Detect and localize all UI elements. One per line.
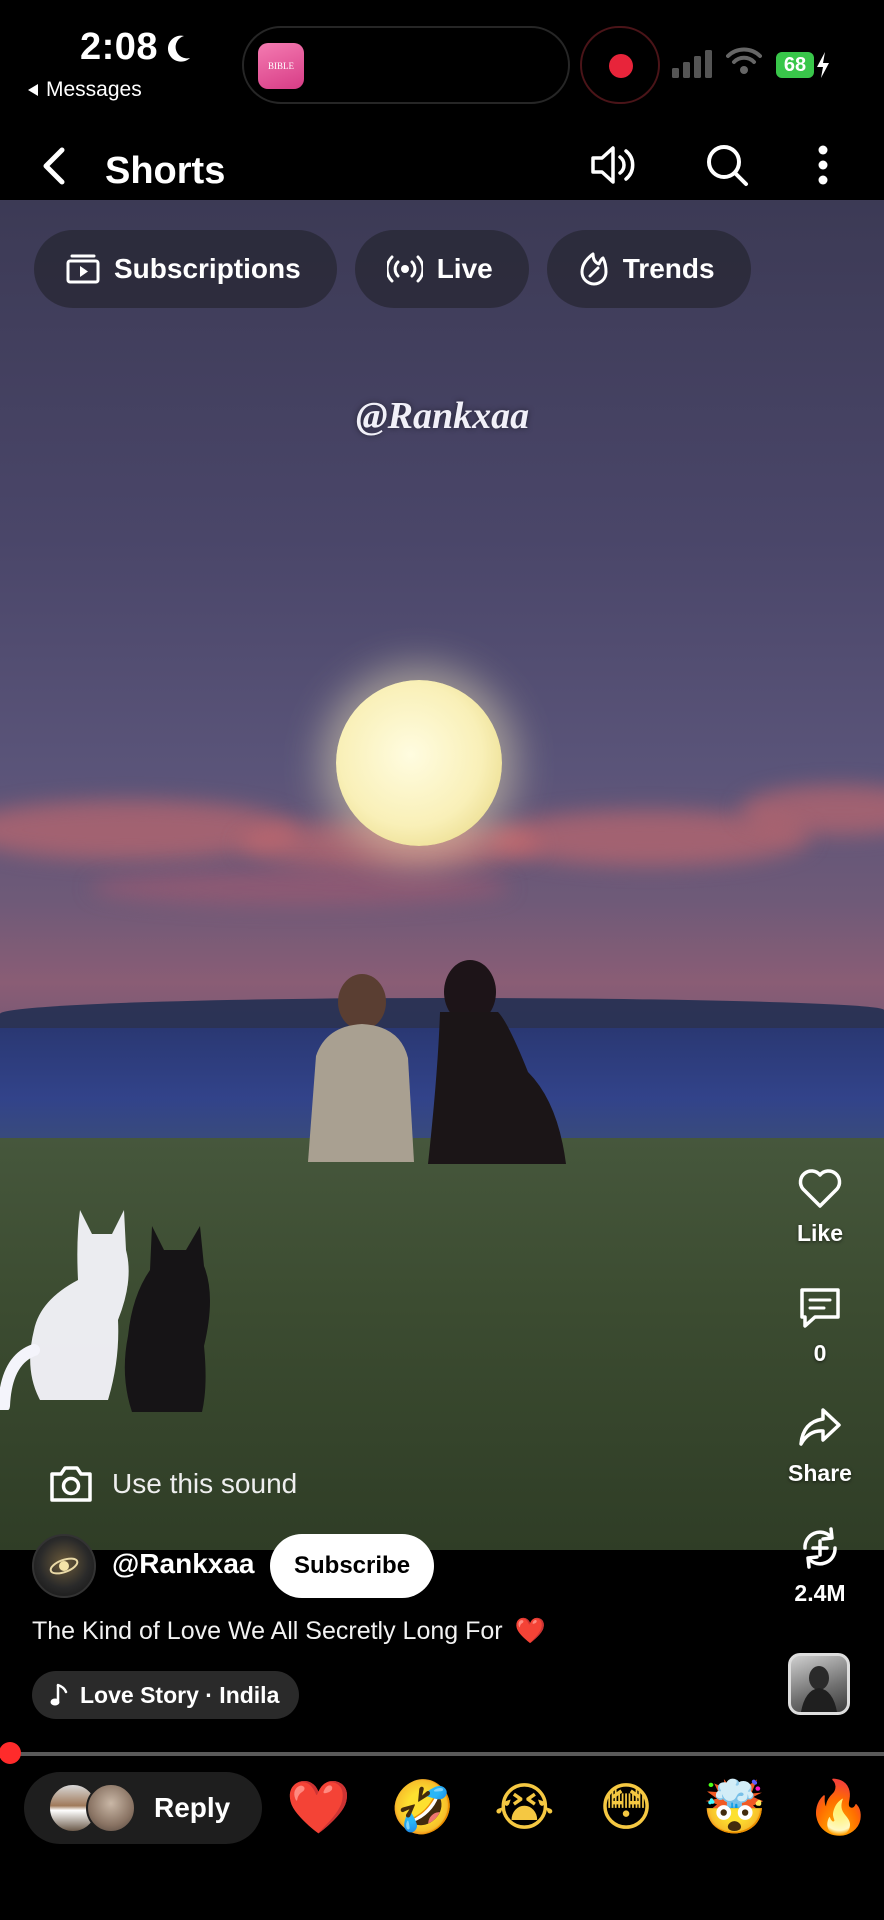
quick-reactions: ❤️ 🤣 😭 😳 🤯 🔥 [286, 1776, 871, 1840]
comments-count: 0 [813, 1340, 827, 1366]
woman-figure [428, 960, 566, 1164]
camera-icon [50, 1466, 92, 1502]
video-watermark: @Rankxaa [356, 395, 530, 437]
remix-icon [803, 1527, 837, 1569]
bible-app-icon[interactable]: BIBLE [258, 43, 304, 89]
shorts-header: Shorts [0, 130, 884, 200]
chip-subscriptions-label: Subscriptions [114, 253, 301, 284]
reply-button[interactable]: Reply [24, 1772, 262, 1844]
use-this-sound-label: Use this sound [112, 1468, 298, 1499]
man-figure [308, 974, 414, 1162]
like-label: Like [796, 1220, 844, 1246]
moon-icon [167, 35, 190, 62]
progress-scrubber-handle[interactable] [0, 1742, 21, 1764]
music-track-label: Love Story · Indila [80, 1681, 280, 1708]
more-vertical-icon [818, 145, 828, 185]
comment-icon [800, 1288, 840, 1328]
caption-text: The Kind of Love We All Secretly Long Fo… [32, 1616, 503, 1645]
speaker-icon [591, 146, 635, 184]
reaction-crying[interactable]: 😭 [494, 1776, 555, 1840]
like-button[interactable]: Like [770, 1166, 870, 1247]
share-icon [799, 1408, 841, 1446]
heart-icon [798, 1169, 842, 1208]
channel-name[interactable]: @Rankxaa [112, 1548, 255, 1580]
video-player[interactable]: @Rankxaa Subscriptions Live Trends Use t… [0, 200, 884, 1550]
search-icon [707, 145, 748, 186]
clock: 2:08 [80, 26, 159, 68]
remix-button[interactable]: 2.4M [770, 1526, 870, 1607]
chip-live[interactable]: Live [354, 230, 529, 308]
share-button[interactable]: Share [770, 1406, 870, 1487]
back-app-label: Messages [46, 78, 142, 101]
reaction-fire[interactable]: 🔥 [806, 1776, 871, 1840]
music-thumbnail[interactable] [788, 1653, 850, 1715]
chip-trends-label: Trends [622, 253, 715, 284]
back-to-app-link[interactable]: Messages [26, 78, 142, 102]
chip-trends[interactable]: Trends [546, 230, 751, 308]
comments-button[interactable]: 0 [770, 1286, 870, 1367]
charging-bolt-icon [817, 52, 829, 78]
black-cat-figure [124, 1226, 210, 1412]
use-this-sound-button[interactable]: Use this sound [48, 1464, 297, 1504]
back-triangle-icon [28, 84, 38, 96]
wifi-icon [726, 47, 762, 74]
reaction-rofl[interactable]: 🤣 [390, 1776, 455, 1840]
record-dot-icon [609, 54, 633, 78]
live-icon [386, 255, 423, 283]
chip-live-label: Live [436, 253, 493, 284]
more-options-button[interactable] [798, 140, 848, 190]
reaction-flushed[interactable]: 😳 [598, 1776, 654, 1840]
avatar-emblem-icon [49, 1557, 79, 1575]
video-caption[interactable]: The Kind of Love We All Secretly Long Fo… [32, 1616, 546, 1646]
subscribe-button[interactable]: Subscribe [270, 1534, 435, 1598]
music-track-chip[interactable]: Love Story · Indila [32, 1671, 300, 1719]
reaction-mind-blown[interactable]: 🤯 [702, 1776, 767, 1840]
screen-recording-indicator[interactable] [580, 26, 660, 104]
page-title: Shorts [105, 150, 226, 192]
dynamic-island[interactable]: BIBLE [242, 26, 570, 104]
chip-subscriptions[interactable]: Subscriptions [34, 230, 337, 308]
singer-portrait-image [801, 1666, 837, 1712]
sound-toggle-button[interactable] [588, 140, 638, 190]
reply-avatars [48, 1783, 136, 1833]
music-note-icon [50, 1683, 68, 1706]
battery-indicator: 68 [776, 52, 814, 78]
back-arrow-icon[interactable] [38, 146, 70, 186]
subscriptions-icon [66, 254, 100, 284]
search-button[interactable] [702, 140, 752, 190]
caption-heart-emoji: ❤️ [514, 1616, 546, 1645]
shorts-filter-chips: Subscriptions Live Trends [34, 230, 751, 308]
status-bar: 2:08 Messages BIBLE 68 [0, 0, 884, 130]
reaction-heart[interactable]: ❤️ [286, 1776, 351, 1840]
remix-count: 2.4M [794, 1580, 846, 1606]
reply-avatar [86, 1783, 136, 1833]
reply-label: Reply [154, 1792, 231, 1823]
channel-avatar[interactable] [32, 1534, 96, 1598]
share-label: Share [788, 1460, 852, 1486]
cloud-shape [90, 870, 510, 906]
video-progress-bar[interactable] [0, 1742, 884, 1764]
cellular-signal-icon [672, 50, 712, 78]
full-moon [336, 680, 502, 846]
trends-icon [580, 252, 608, 286]
bible-app-label: BIBLE [268, 60, 294, 71]
